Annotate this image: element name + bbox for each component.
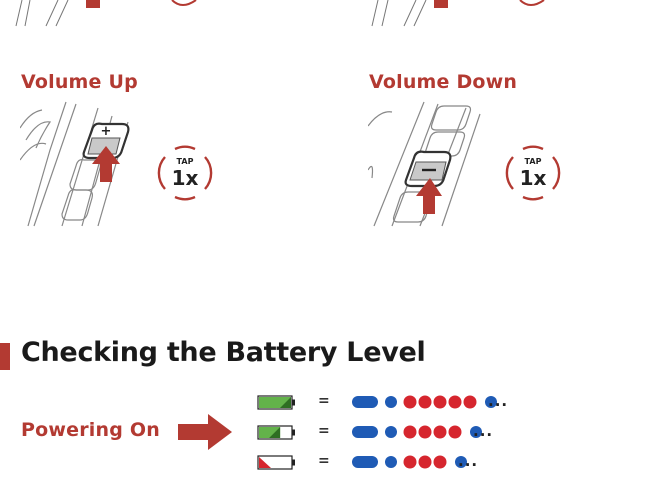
battery-row-1-ellipsis: ... bbox=[488, 392, 509, 410]
blink-long-blue-3 bbox=[352, 456, 378, 468]
battery-section-heading: Checking the Battery Level bbox=[21, 337, 426, 368]
blink-red-dot-3-3 bbox=[433, 455, 447, 469]
volume-down-tap-badge: TAP 1x bbox=[503, 143, 563, 203]
battery-row-3-equals: = bbox=[318, 453, 330, 469]
blink-red-dot-1-5 bbox=[463, 395, 477, 409]
blink-red-dot-2-1 bbox=[403, 425, 417, 439]
volume-down-tap-count: 1x bbox=[520, 166, 547, 190]
volume-up-tap-badge: TAP 1x bbox=[155, 143, 215, 203]
volume-down-tap-word: TAP bbox=[525, 157, 542, 166]
powering-on-arrow bbox=[178, 412, 234, 452]
blink-red-dot-1-4 bbox=[448, 395, 462, 409]
blink-red-dot-2-4 bbox=[448, 425, 462, 439]
battery-row-2-ellipsis: ... bbox=[473, 422, 494, 440]
blink-red-dot-1-3 bbox=[433, 395, 447, 409]
blink-red-dot-1-2 bbox=[418, 395, 432, 409]
blink-red-dot-3-2 bbox=[418, 455, 432, 469]
blink-blue-dot-3 bbox=[385, 456, 397, 468]
blink-blue-dot-2 bbox=[385, 426, 397, 438]
blink-red-dot-3-1 bbox=[403, 455, 417, 469]
volume-up-label: Volume Up bbox=[21, 71, 138, 93]
blink-red-dot-2-3 bbox=[433, 425, 447, 439]
blink-long-blue-2 bbox=[352, 426, 378, 438]
battery-icon-terminal-2 bbox=[292, 429, 295, 436]
top-device-fragment-left bbox=[0, 0, 210, 28]
battery-row-1-equals: = bbox=[318, 393, 330, 409]
blink-red-dot-2-2 bbox=[418, 425, 432, 439]
battery-icon-terminal-3 bbox=[292, 459, 295, 466]
svg-text:+: + bbox=[101, 124, 112, 139]
battery-rows-graphic bbox=[257, 395, 497, 470]
volume-down-device-illustration bbox=[367, 100, 498, 228]
battery-icon-terminal-1 bbox=[292, 399, 295, 406]
volume-up-tap-count: 1x bbox=[172, 166, 199, 190]
battery-level-rows bbox=[256, 390, 556, 480]
top-device-fragment-right bbox=[360, 0, 570, 28]
battery-row-2-equals: = bbox=[318, 423, 330, 439]
volume-down-label: Volume Down bbox=[369, 71, 518, 93]
blink-red-dot-1-1 bbox=[403, 395, 417, 409]
powering-on-label: Powering On bbox=[21, 419, 160, 441]
volume-up-device-illustration: + bbox=[19, 100, 150, 228]
blink-blue-dot-1 bbox=[385, 396, 397, 408]
battery-row-3-ellipsis: ... bbox=[458, 452, 479, 470]
volume-up-tap-word: TAP bbox=[177, 157, 194, 166]
blink-long-blue-1 bbox=[352, 396, 378, 408]
section-marker bbox=[0, 343, 10, 370]
